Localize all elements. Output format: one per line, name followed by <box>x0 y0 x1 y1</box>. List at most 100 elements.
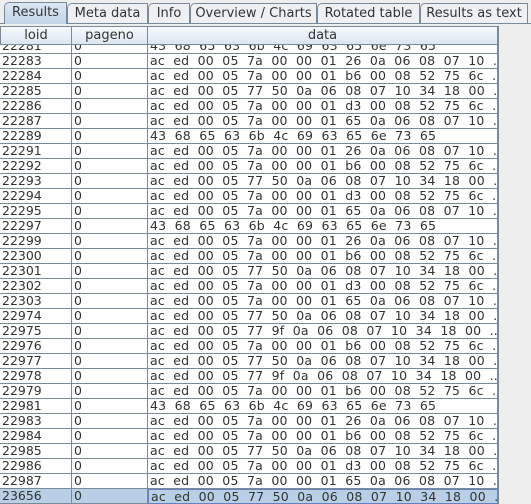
cell-loid[interactable]: 22303 <box>0 294 72 309</box>
cell-loid[interactable]: 22284 <box>0 69 72 84</box>
cell-loid[interactable]: 22984 <box>0 429 72 444</box>
cell-loid[interactable]: 22976 <box>0 339 72 354</box>
table-row[interactable]: 22978 0 ac ed 00 05 77 9f 0a 06 08 07 10 3… <box>0 369 498 384</box>
cell-data[interactable]: ac ed 00 05 7a 00 00 01 d3 00 08 52 75 6… <box>148 99 498 114</box>
column-header-pageno[interactable]: pageno <box>72 26 148 45</box>
cell-loid[interactable]: 22302 <box>0 279 72 294</box>
cell-loid[interactable]: 22289 <box>0 129 72 144</box>
cell-pageno[interactable]: 0 <box>72 279 148 294</box>
cell-pageno[interactable]: 0 <box>72 429 148 444</box>
table-row[interactable]: 22294 0 ac ed 00 05 7a 00 00 01 d3 00 08 5… <box>0 189 498 204</box>
tab-overview-charts[interactable]: Overview / Charts <box>190 3 317 23</box>
cell-loid[interactable]: 22986 <box>0 459 72 474</box>
cell-pageno[interactable]: 0 <box>72 189 148 204</box>
cell-data[interactable]: ac ed 00 05 7a 00 00 01 65 0a 06 08 07 1… <box>148 294 498 309</box>
cell-pageno[interactable]: 0 <box>72 369 148 384</box>
column-header-data[interactable]: data <box>148 26 498 45</box>
cell-pageno[interactable]: 0 <box>72 309 148 324</box>
table-row[interactable]: 22975 0 ac ed 00 05 77 9f 0a 06 08 07 10 3… <box>0 324 498 339</box>
cell-data[interactable]: ac ed 00 05 77 50 0a 06 08 07 10 34 18 0… <box>148 309 498 324</box>
cell-loid[interactable]: 22985 <box>0 444 72 459</box>
cell-data[interactable]: ac ed 00 05 7a 00 00 01 d3 00 08 52 75 6… <box>148 459 498 474</box>
cell-data[interactable]: ac ed 00 05 7a 00 00 01 65 0a 06 08 07 1… <box>148 114 498 129</box>
cell-data[interactable]: ac ed 00 05 7a 00 00 01 b6 00 08 52 75 6… <box>148 159 498 174</box>
cell-data[interactable]: ac ed 00 05 7a 00 00 01 26 0a 06 08 07 1… <box>148 144 498 159</box>
table-row[interactable]: 23656 0 ac ed 00 05 77 50 0a 06 08 07 10 3… <box>0 489 498 504</box>
cell-data[interactable]: ac ed 00 05 77 50 0a 06 08 07 10 34 18 0… <box>148 444 498 459</box>
table-row[interactable]: 22299 0 ac ed 00 05 7a 00 00 01 26 0a 06 0… <box>0 234 498 249</box>
cell-data[interactable]: 43 68 65 63 6b 4c 69 63 65 6e 73 65 <box>148 129 498 144</box>
cell-data[interactable]: ac ed 00 05 7a 00 00 01 26 0a 06 08 07 1… <box>148 54 498 69</box>
cell-loid[interactable]: 22987 <box>0 474 72 489</box>
cell-data[interactable]: ac ed 00 05 77 50 0a 06 08 07 10 34 18 0… <box>148 84 498 99</box>
table-row[interactable]: 22285 0 ac ed 00 05 77 50 0a 06 08 07 10 3… <box>0 84 498 99</box>
cell-loid[interactable]: 22291 <box>0 144 72 159</box>
cell-pageno[interactable]: 0 <box>72 384 148 399</box>
cell-data[interactable]: 43 68 65 63 6b 4c 69 63 65 6e 73 65 <box>148 399 498 414</box>
cell-pageno[interactable]: 0 <box>72 204 148 219</box>
cell-loid[interactable]: 22295 <box>0 204 72 219</box>
table-row[interactable]: 22985 0 ac ed 00 05 77 50 0a 06 08 07 10 3… <box>0 444 498 459</box>
table-row[interactable]: 22986 0 ac ed 00 05 7a 00 00 01 d3 00 08 5… <box>0 459 498 474</box>
cell-pageno[interactable]: 0 <box>72 129 148 144</box>
cell-loid[interactable]: 22300 <box>0 249 72 264</box>
cell-data[interactable]: ac ed 00 05 7a 00 00 01 b6 00 08 52 75 6… <box>148 69 498 84</box>
cell-pageno[interactable]: 0 <box>72 414 148 429</box>
cell-data[interactable]: ac ed 00 05 7a 00 00 01 26 0a 06 08 07 1… <box>148 414 498 429</box>
table-row[interactable]: 22292 0 ac ed 00 05 7a 00 00 01 b6 00 08 5… <box>0 159 498 174</box>
table-row[interactable]: 22289 0 43 68 65 63 6b 4c 69 63 65 6e 73 6… <box>0 129 498 144</box>
cell-loid[interactable]: 22285 <box>0 84 72 99</box>
cell-data[interactable]: ac ed 00 05 7a 00 00 01 65 0a 06 08 07 1… <box>148 474 498 489</box>
cell-loid[interactable]: 22283 <box>0 54 72 69</box>
table-row[interactable]: 22295 0 ac ed 00 05 7a 00 00 01 65 0a 06 0… <box>0 204 498 219</box>
cell-loid[interactable]: 22294 <box>0 189 72 204</box>
table-row[interactable]: 22984 0 ac ed 00 05 7a 00 00 01 b6 00 08 5… <box>0 429 498 444</box>
cell-loid[interactable]: 22301 <box>0 264 72 279</box>
cell-pageno[interactable]: 0 <box>72 159 148 174</box>
cell-loid[interactable]: 22287 <box>0 114 72 129</box>
table-row[interactable]: 22974 0 ac ed 00 05 77 50 0a 06 08 07 10 3… <box>0 309 498 324</box>
cell-pageno[interactable]: 0 <box>72 444 148 459</box>
cell-data[interactable]: ac ed 00 05 7a 00 00 01 26 0a 06 08 07 1… <box>148 234 498 249</box>
tab-results[interactable]: Results <box>4 2 67 24</box>
cell-pageno[interactable]: 0 <box>72 174 148 189</box>
cell-loid[interactable]: 22974 <box>0 309 72 324</box>
cell-pageno[interactable]: 0 <box>72 69 148 84</box>
table-row[interactable]: 22287 0 ac ed 00 05 7a 00 00 01 65 0a 06 0… <box>0 114 498 129</box>
cell-loid[interactable]: 22293 <box>0 174 72 189</box>
cell-loid[interactable]: 22983 <box>0 414 72 429</box>
cell-pageno[interactable]: 0 <box>72 54 148 69</box>
table-row[interactable]: 22976 0 ac ed 00 05 7a 00 00 01 b6 00 08 5… <box>0 339 498 354</box>
table-row[interactable]: 22303 0 ac ed 00 05 7a 00 00 01 65 0a 06 0… <box>0 294 498 309</box>
table-row[interactable]: 22302 0 ac ed 00 05 7a 00 00 01 d3 00 08 5… <box>0 279 498 294</box>
cell-pageno[interactable]: 0 <box>72 399 148 414</box>
cell-loid[interactable]: 23656 <box>0 489 72 504</box>
table-row[interactable]: 22283 0 ac ed 00 05 7a 00 00 01 26 0a 06 0… <box>0 54 498 69</box>
cell-data[interactable]: ac ed 00 05 77 50 0a 06 08 07 10 34 18 0… <box>148 489 498 504</box>
table-row[interactable]: 22979 0 ac ed 00 05 7a 00 00 01 b6 00 08 5… <box>0 384 498 399</box>
cell-loid[interactable]: 22981 <box>0 399 72 414</box>
cell-pageno[interactable]: 0 <box>72 264 148 279</box>
cell-loid[interactable]: 22297 <box>0 219 72 234</box>
tab-info[interactable]: Info <box>148 3 190 23</box>
table-row[interactable]: 22286 0 ac ed 00 05 7a 00 00 01 d3 00 08 5… <box>0 99 498 114</box>
cell-loid[interactable]: 22975 <box>0 324 72 339</box>
table-row[interactable]: 22291 0 ac ed 00 05 7a 00 00 01 26 0a 06 0… <box>0 144 498 159</box>
table-row[interactable]: 22301 0 ac ed 00 05 77 50 0a 06 08 07 10 3… <box>0 264 498 279</box>
cell-pageno[interactable]: 0 <box>72 354 148 369</box>
table-row[interactable]: 22284 0 ac ed 00 05 7a 00 00 01 b6 00 08 5… <box>0 69 498 84</box>
cell-data[interactable]: ac ed 00 05 7a 00 00 01 65 0a 06 08 07 1… <box>148 204 498 219</box>
cell-pageno[interactable]: 0 <box>72 474 148 489</box>
cell-data[interactable]: ac ed 00 05 7a 00 00 01 d3 00 08 52 75 6… <box>148 189 498 204</box>
tab-meta-data[interactable]: Meta data <box>67 3 148 23</box>
cell-data[interactable]: ac ed 00 05 7a 00 00 01 d3 00 08 52 75 6… <box>148 279 498 294</box>
table-row[interactable]: 22983 0 ac ed 00 05 7a 00 00 01 26 0a 06 0… <box>0 414 498 429</box>
cell-data[interactable]: ac ed 00 05 77 9f 0a 06 08 07 10 34 18 0… <box>148 324 498 339</box>
cell-pageno[interactable]: 0 <box>72 324 148 339</box>
cell-pageno[interactable]: 0 <box>72 99 148 114</box>
tab-results-as-text[interactable]: Results as text <box>420 3 528 23</box>
cell-pageno[interactable]: 0 <box>72 219 148 234</box>
cell-pageno[interactable]: 0 <box>72 459 148 474</box>
cell-pageno[interactable]: 0 <box>72 114 148 129</box>
cell-pageno[interactable]: 0 <box>72 144 148 159</box>
